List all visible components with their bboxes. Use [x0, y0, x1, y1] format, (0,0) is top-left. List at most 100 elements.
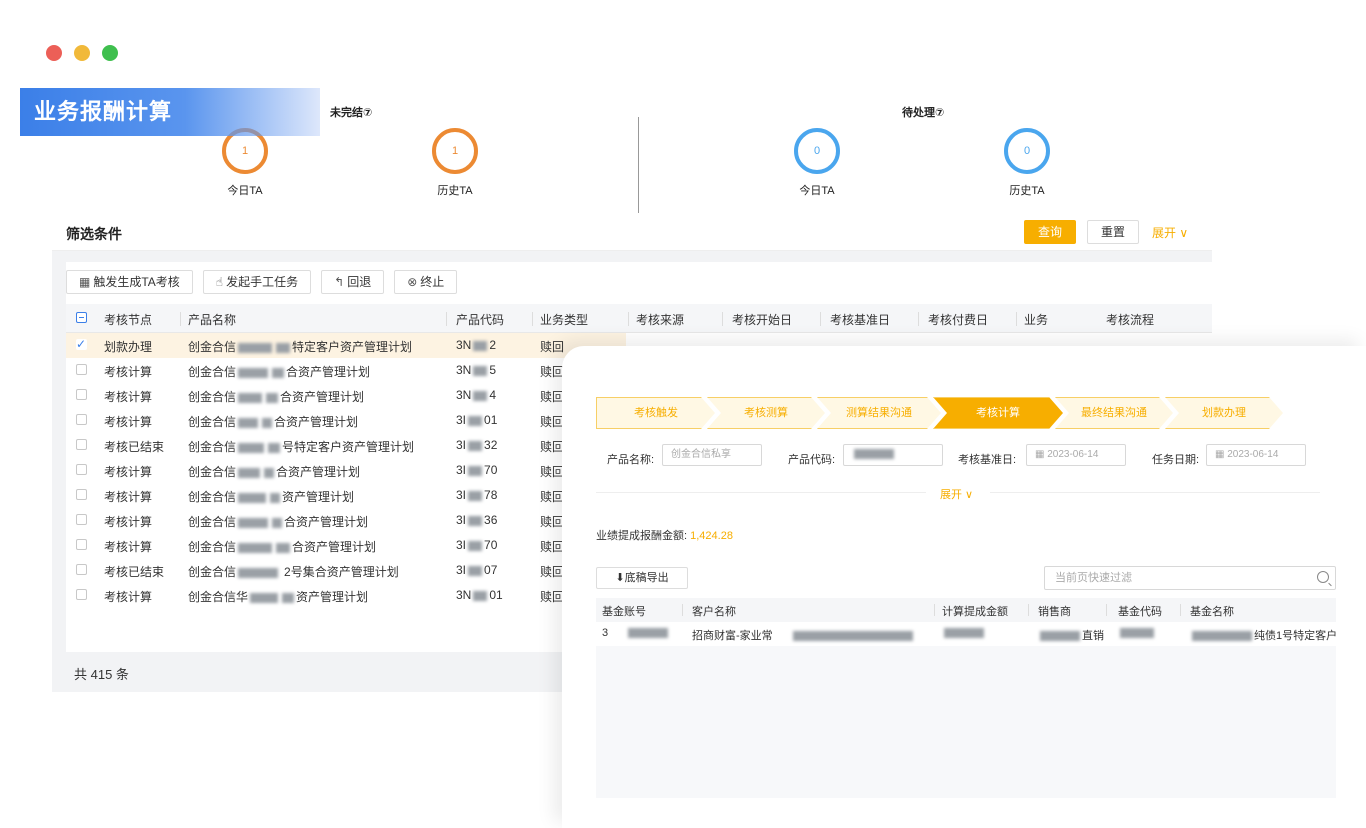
redacted-value: [250, 592, 279, 603]
row-checkbox[interactable]: [76, 514, 87, 525]
detail-table-row[interactable]: 3 招商财富-家业常 直销 纯债1号特定客户: [596, 622, 1337, 647]
row-checkbox[interactable]: [76, 464, 87, 475]
col-source[interactable]: 考核来源: [636, 311, 684, 328]
product-name-cell: 创金合信 合资产管理计划: [188, 513, 368, 530]
table-row[interactable]: 考核计算 创金合信 合资产管理计划 3I 36 赎回: [66, 508, 626, 533]
product-name-prefix: 创金合信: [188, 540, 237, 554]
expand-link[interactable]: 展开 ∨: [1152, 224, 1188, 241]
rollback-button[interactable]: ↰ 回退: [321, 270, 385, 294]
redacted-value: [473, 390, 488, 401]
trigger-ta-button[interactable]: ▦ 触发生成TA考核: [66, 270, 193, 294]
table-row[interactable]: 考核计算 创金合信 合资产管理计划 3I 70 赎回: [66, 533, 626, 558]
col-commission-amount[interactable]: 计算提成金额: [942, 603, 1008, 619]
detail-expand-link[interactable]: 展开 ∨: [940, 486, 973, 502]
row-checkbox[interactable]: [76, 439, 87, 450]
history-ta-pending-ring[interactable]: 0: [1004, 128, 1050, 174]
col-separator: [1180, 604, 1181, 616]
select-all-checkbox[interactable]: [76, 312, 87, 323]
search-icon[interactable]: [1317, 571, 1329, 583]
flow-step[interactable]: 考核计算: [933, 397, 1063, 429]
redacted-value: [268, 442, 281, 453]
col-start-date[interactable]: 考核开始日: [732, 311, 792, 328]
col-business[interactable]: 业务: [1024, 311, 1048, 328]
col-separator: [446, 312, 447, 326]
product-code-suffix: 2: [489, 338, 497, 352]
base-date-input[interactable]: ▦ 2023-06-14: [1026, 444, 1126, 466]
redacted-value: [270, 492, 281, 503]
manual-task-button[interactable]: ☝ 发起手工任务: [202, 270, 312, 294]
col-node[interactable]: 考核节点: [104, 311, 152, 328]
product-code-prefix: 3N: [456, 388, 472, 402]
table-row[interactable]: 考核已结束 创金合信 号特定客户资产管理计划 3I 32 赎回: [66, 433, 626, 458]
table-row[interactable]: 考核已结束 创金合信 2号集合资产管理计划 3I 07 赎回: [66, 558, 626, 583]
quick-filter-input[interactable]: 当前页快速过滤: [1044, 566, 1336, 590]
col-pay-date[interactable]: 考核付费日: [928, 311, 988, 328]
product-code-prefix: 3I: [456, 438, 467, 452]
redacted-value: [266, 392, 279, 403]
row-checkbox[interactable]: ✓: [76, 338, 87, 350]
row-checkbox[interactable]: [76, 489, 87, 500]
table-footer: 共 415 条: [52, 652, 562, 692]
seller-cell: 直销: [1038, 627, 1104, 643]
row-checkbox[interactable]: [76, 414, 87, 425]
product-name-suffix: 合资产管理计划: [274, 415, 359, 429]
stop-button[interactable]: ⊗ 终止: [394, 270, 458, 294]
today-ta-pending-ring[interactable]: 0: [794, 128, 840, 174]
product-code-suffix: 07: [484, 563, 498, 577]
row-checkbox[interactable]: [76, 539, 87, 550]
col-customer-name[interactable]: 客户名称: [692, 603, 736, 619]
product-name-cell: 创金合信 资产管理计划: [188, 488, 354, 505]
product-code-suffix: 70: [484, 463, 498, 477]
table-row[interactable]: ✓ 划款办理 创金合信 特定客户资产管理计划 3N 2 赎回: [66, 333, 626, 358]
redacted-value: [1120, 628, 1154, 639]
row-checkbox[interactable]: [76, 589, 87, 600]
col-business-type[interactable]: 业务类型: [540, 311, 588, 328]
product-name-cell: 创金合信 2号集合资产管理计划: [188, 563, 399, 580]
export-button[interactable]: ⬇底稿导出: [596, 567, 688, 589]
redacted-value: [468, 490, 483, 501]
flow-step[interactable]: 考核触发: [596, 397, 715, 429]
table-row[interactable]: 考核计算 创金合信 合资产管理计划 3I 70 赎回: [66, 458, 626, 483]
col-fund-name[interactable]: 基金名称: [1190, 603, 1234, 619]
product-code-input[interactable]: [843, 444, 943, 466]
redacted-value: [238, 367, 269, 378]
table-row[interactable]: 考核计算 创金合信 合资产管理计划 3N 4 赎回: [66, 383, 626, 408]
row-checkbox[interactable]: [76, 364, 87, 375]
col-product-code[interactable]: 产品代码: [456, 311, 504, 328]
close-dot[interactable]: [46, 45, 62, 61]
commission-cell: [942, 627, 986, 639]
minimize-dot[interactable]: [74, 45, 90, 61]
product-code-cell: 3I 70: [456, 538, 497, 552]
maximize-dot[interactable]: [102, 45, 118, 61]
table-row[interactable]: 考核计算 创金合信 合资产管理计划 3N 5 赎回: [66, 358, 626, 383]
redacted-value: [1192, 631, 1252, 642]
col-fund-account[interactable]: 基金账号: [602, 603, 646, 619]
flow-step[interactable]: 测算结果沟通: [817, 397, 941, 429]
query-button[interactable]: 查询: [1024, 220, 1076, 244]
flow-step[interactable]: 考核测算: [707, 397, 825, 429]
reset-button[interactable]: 重置: [1087, 220, 1139, 244]
product-name-input[interactable]: 创金合信私享: [662, 444, 762, 466]
col-product-name[interactable]: 产品名称: [188, 311, 236, 328]
redacted-value: [944, 628, 984, 639]
col-fund-code[interactable]: 基金代码: [1118, 603, 1162, 619]
history-ta-unfinished-ring[interactable]: 1: [432, 128, 478, 174]
product-code-suffix: 5: [489, 363, 497, 377]
table-toolbar: ▦ 触发生成TA考核 ☝ 发起手工任务 ↰ 回退 ⊗ 终止: [66, 270, 458, 294]
row-checkbox[interactable]: [76, 564, 87, 575]
table-row[interactable]: 考核计算 创金合信华 资产管理计划 3N 01 赎回: [66, 583, 626, 608]
table-row[interactable]: 考核计算 创金合信 资产管理计划 3I 78 赎回: [66, 483, 626, 508]
product-code-cell: 3I 32: [456, 438, 497, 452]
flow-step[interactable]: 最终结果沟通: [1055, 397, 1173, 429]
col-flow[interactable]: 考核流程: [1106, 311, 1154, 328]
col-base-date[interactable]: 考核基准日: [830, 311, 890, 328]
flow-step[interactable]: 划款办理: [1165, 397, 1283, 429]
row-checkbox[interactable]: [76, 389, 87, 400]
col-separator: [628, 312, 629, 326]
divider: [596, 492, 926, 493]
task-date-input[interactable]: ▦ 2023-06-14: [1206, 444, 1306, 466]
redacted-value: [238, 417, 259, 428]
node-cell: 考核计算: [104, 415, 153, 429]
col-seller[interactable]: 销售商: [1038, 603, 1071, 619]
table-row[interactable]: 考核计算 创金合信 合资产管理计划 3I 01 赎回: [66, 408, 626, 433]
